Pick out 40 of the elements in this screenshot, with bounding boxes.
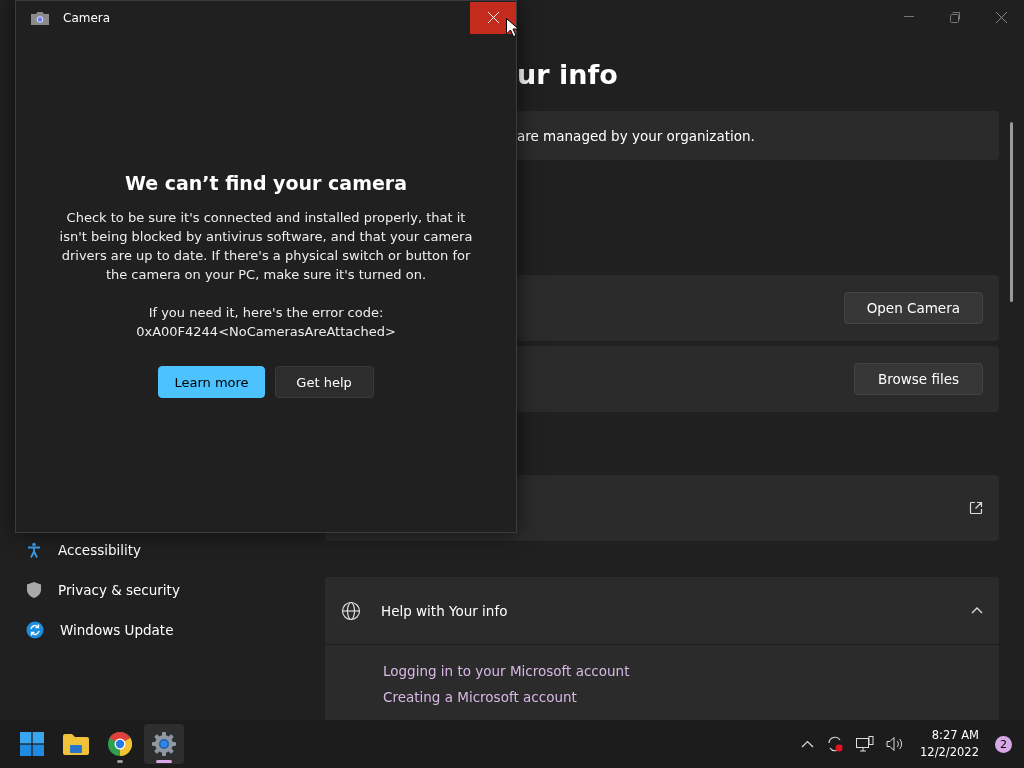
browser-icon: [108, 732, 132, 756]
notice-text: are managed by your organization.: [517, 127, 755, 144]
window-title: Camera: [63, 10, 111, 25]
help-header[interactable]: Help with Your info: [325, 577, 999, 644]
network-icon[interactable]: [854, 734, 877, 754]
close-icon: [487, 12, 499, 23]
action-button[interactable]: Open Camera: [843, 292, 983, 324]
sidebar-item[interactable]: Windows Update: [20, 610, 325, 650]
close-icon: [995, 11, 1007, 23]
notification-badge[interactable]: 2: [995, 735, 1012, 753]
sidebar-item[interactable]: Privacy & security: [20, 570, 325, 610]
action-button[interactable]: Browse files: [854, 363, 983, 395]
minimize-icon: [904, 16, 914, 18]
error-message: Check to be sure it's connected and installed properly, that it isn't being blocked by antivirus software, and that your camera drivers are up to date. If there's a physical switch or button for the camera on your PC, make sure it's turned on.: [58, 209, 474, 284]
error-code: 0xA00F4244<NoCamerasAreAttached>: [135, 323, 397, 341]
dialog-button[interactable]: Get help: [274, 366, 374, 398]
error-heading: We can’t find your camera: [124, 172, 407, 194]
gear-icon: [151, 731, 177, 757]
accessibility-icon: [26, 542, 42, 558]
taskbar-app[interactable]: [144, 724, 184, 764]
help-link[interactable]: Logging in to your Microsoft account: [383, 663, 630, 679]
time-text: 8:27 AM: [931, 727, 979, 744]
cursor-icon: [506, 18, 518, 37]
folder-icon: [63, 733, 89, 755]
update-icon: [26, 621, 44, 639]
error-code-label: If you need it, here's the error code:: [147, 304, 385, 322]
help-link[interactable]: Creating a Microsoft account: [383, 689, 577, 705]
date-text: 12/2/2022: [920, 744, 979, 761]
external-link-icon: [969, 501, 983, 515]
scrollbar[interactable]: [1010, 122, 1013, 302]
clock[interactable]: 8:27 AM 12/2/2022: [920, 727, 979, 761]
dialog-button[interactable]: Learn more: [158, 366, 265, 398]
shield-icon: [26, 581, 42, 599]
windows-icon: [20, 732, 44, 756]
help-title: Help with Your info: [381, 602, 508, 619]
restore-icon: [949, 11, 961, 23]
page-title: ur info: [516, 58, 619, 92]
sidebar-item[interactable]: Accessibility: [20, 530, 325, 570]
globe-icon: [341, 600, 361, 621]
camera-icon: [31, 10, 49, 25]
